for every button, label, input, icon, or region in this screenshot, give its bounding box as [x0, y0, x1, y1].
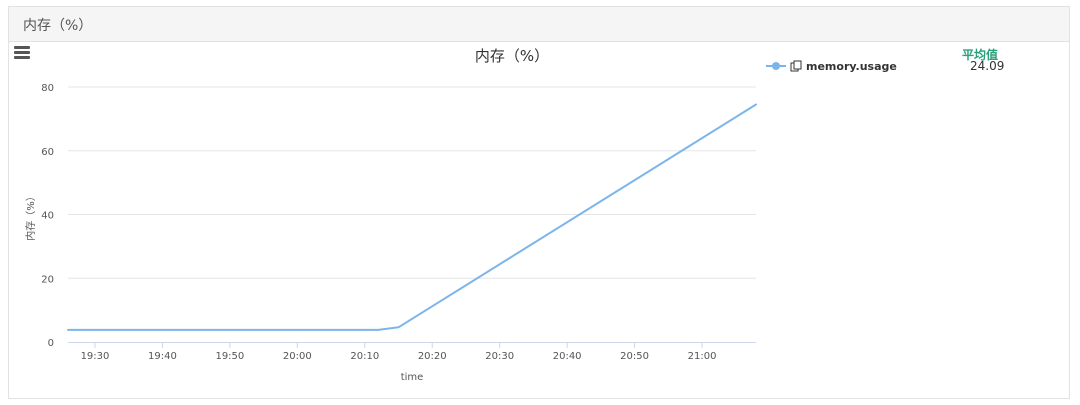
- y-axis-title: 内存（%）: [24, 191, 37, 241]
- y-tick-label: 0: [48, 338, 54, 349]
- y-tick-label: 40: [41, 211, 54, 222]
- legend-marker-icon: [766, 61, 786, 71]
- copy-icon[interactable]: [790, 60, 802, 72]
- y-tick-label: 60: [41, 147, 54, 158]
- memory-chart: 内存（%） 0 20 40 60 80 19:30 19:40 19:50 20:00 20:10 2…: [24, 47, 757, 383]
- average-value: 24.09: [970, 59, 1005, 73]
- legend-label: memory.usage: [806, 59, 897, 73]
- series-line-memory-usage: [67, 103, 757, 331]
- x-tick-label: 20:30: [485, 351, 514, 362]
- x-axis-title: time: [401, 372, 424, 383]
- x-tick-label: 20:40: [553, 351, 582, 362]
- x-tick-label: 19:50: [215, 351, 244, 362]
- x-tick-label: 21:00: [688, 351, 717, 362]
- x-tick-label: 19:30: [81, 351, 110, 362]
- chart-menu-icon[interactable]: [14, 46, 30, 60]
- x-tick-label: 20:10: [350, 351, 379, 362]
- x-tick-label: 19:40: [148, 351, 177, 362]
- x-tick-label: 20:00: [283, 351, 312, 362]
- legend-item-memory-usage[interactable]: memory.usage: [766, 59, 897, 73]
- y-tick-label: 80: [41, 83, 54, 94]
- y-tick-label: 20: [41, 274, 54, 285]
- x-tick-label: 20:20: [418, 351, 447, 362]
- x-tick-label: 20:50: [620, 351, 649, 362]
- chart-title: 内存（%）: [475, 47, 549, 65]
